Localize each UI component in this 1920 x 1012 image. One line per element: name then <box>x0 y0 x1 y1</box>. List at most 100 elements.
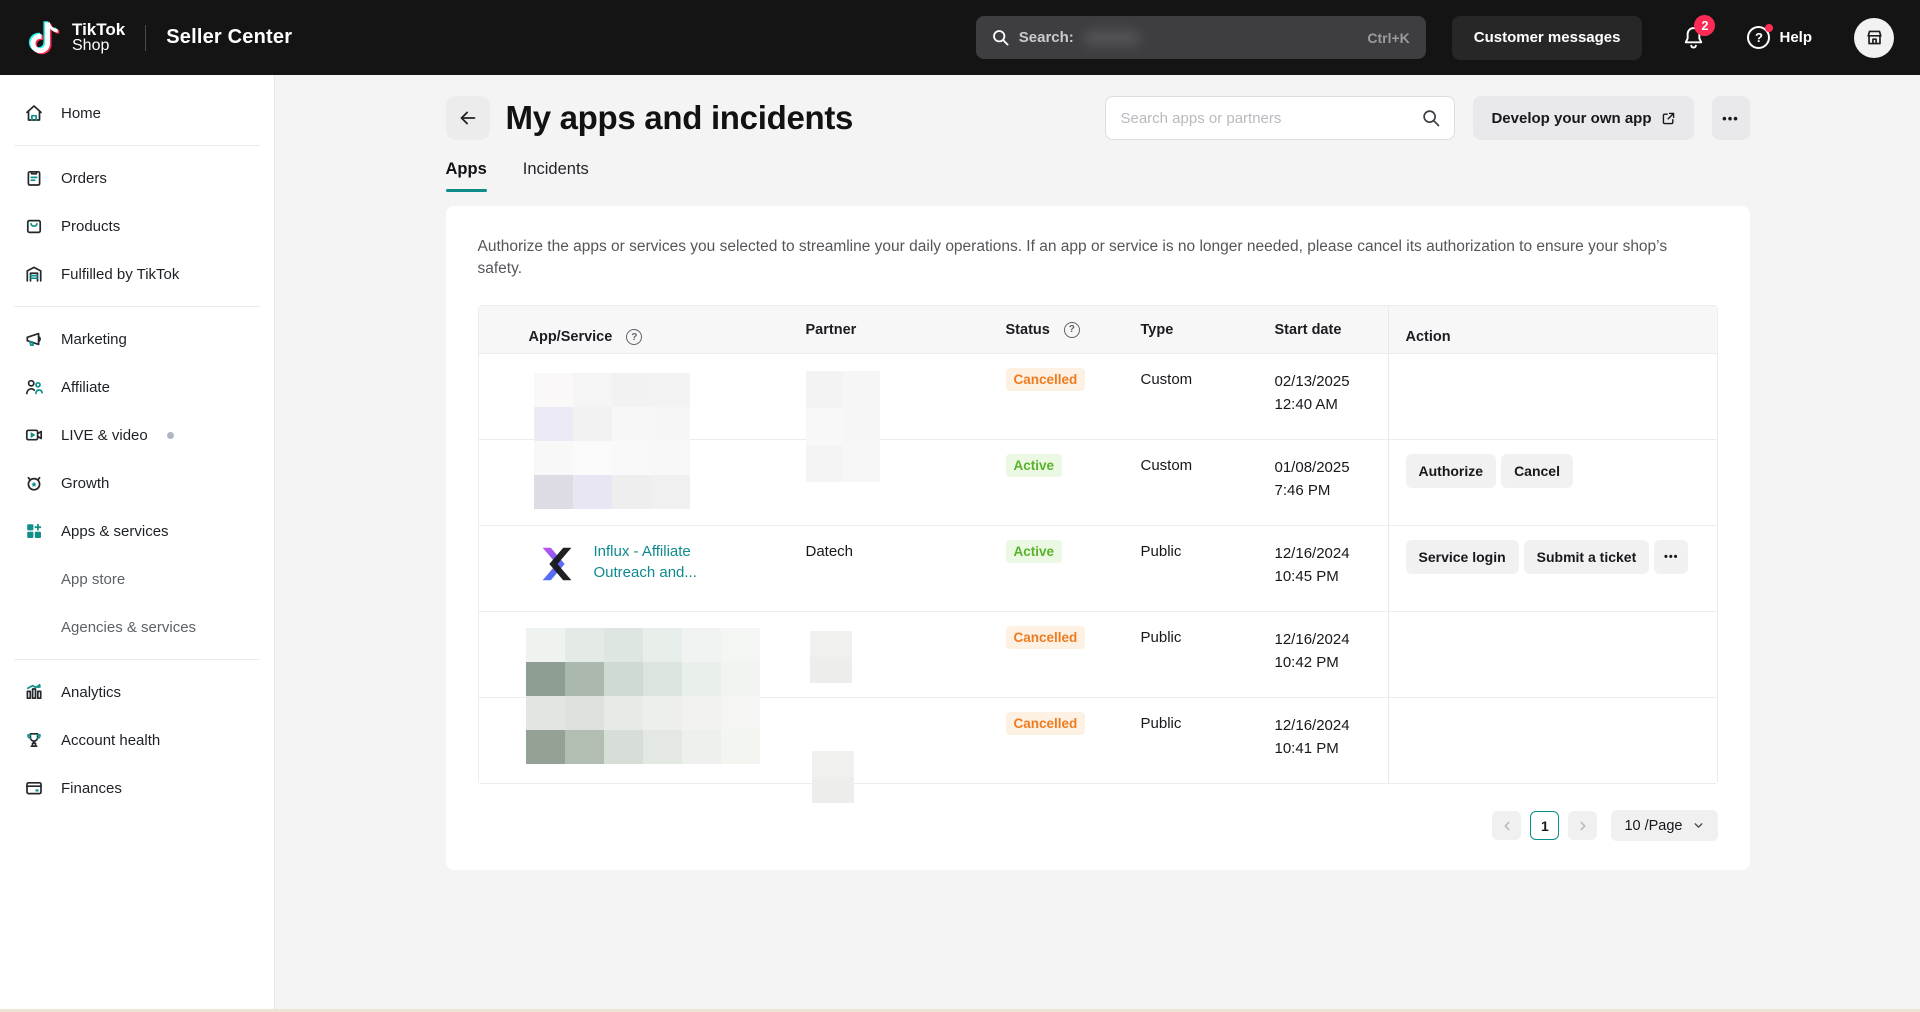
apps-table: App/Service? Partner Status? Type Start … <box>478 305 1718 784</box>
redacted-search-query <box>1084 31 1140 45</box>
status-help-icon[interactable]: ? <box>1064 322 1080 338</box>
sidebar-item-label: Marketing <box>61 331 127 348</box>
sidebar-item-apps-services[interactable]: Apps & services <box>0 507 274 555</box>
tiktok-shop-logo[interactable]: TikTok Shop <box>26 18 125 58</box>
redacted-partner-rows-1-2 <box>806 371 880 482</box>
tab-apps[interactable]: Apps <box>446 160 487 192</box>
finances-icon <box>24 778 44 798</box>
app-name-link[interactable]: Influx - Affiliate Outreach and... <box>594 541 730 611</box>
sidebar-item-label: Finances <box>61 780 122 797</box>
back-button[interactable] <box>446 96 490 140</box>
cell-status: Active <box>1006 526 1141 611</box>
cell-start-date: 12/16/202410:42 PM <box>1275 612 1388 697</box>
tab-incidents[interactable]: Incidents <box>523 160 589 192</box>
customer-messages-button[interactable]: Customer messages <box>1452 16 1643 60</box>
prev-page-button[interactable] <box>1492 811 1521 840</box>
sidebar-item-label: Account health <box>61 732 160 749</box>
analytics-icon <box>24 682 44 702</box>
chevron-down-icon <box>1692 819 1705 832</box>
search-label: Search: <box>1019 29 1074 46</box>
sidebar-item-label: Fulfilled by TikTok <box>61 266 179 283</box>
sidebar-nav: Home OrdersProducts Fulfilled by TikTok Mar… <box>0 75 275 1012</box>
shop-avatar-button[interactable] <box>1854 18 1894 58</box>
sidebar-item-growth[interactable]: Growth <box>0 459 274 507</box>
row-more-button[interactable]: ••• <box>1654 540 1688 574</box>
authorize-button[interactable]: Authorize <box>1406 454 1497 488</box>
cell-start-date: 12/16/202410:45 PM <box>1275 526 1388 611</box>
col-partner: Partner <box>806 322 1006 338</box>
col-start-date: Start date <box>1275 322 1388 338</box>
cell-action <box>1388 698 1717 783</box>
app-service-help-icon[interactable]: ? <box>626 329 642 345</box>
col-app-service: App/Service <box>529 329 613 345</box>
cell-type: Custom <box>1141 440 1275 525</box>
fixed-column-divider <box>1388 306 1389 783</box>
page-size-select[interactable]: 10 /Page <box>1611 810 1717 841</box>
cell-partner: Datech <box>806 526 1006 611</box>
sidebar-item-label: Home <box>61 105 101 122</box>
sidebar-item-affiliate[interactable]: Affiliate <box>0 363 274 411</box>
live-video-icon <box>24 425 44 445</box>
sidebar-item-fulfilled-by-tiktok[interactable]: Fulfilled by TikTok <box>0 250 274 298</box>
influx-logo-icon <box>534 541 580 587</box>
status-badge: Cancelled <box>1006 626 1086 649</box>
sidebar-item-analytics[interactable]: Analytics <box>0 668 274 716</box>
sidebar-item-label: Growth <box>61 475 109 492</box>
submit-a-ticket-button[interactable]: Submit a ticket <box>1524 540 1650 574</box>
next-page-button[interactable] <box>1568 811 1597 840</box>
apps-search-box <box>1105 96 1455 140</box>
develop-button-label: Develop your own app <box>1491 110 1651 127</box>
develop-your-own-app-button[interactable]: Develop your own app <box>1473 96 1693 140</box>
ellipsis-icon: ••• <box>1722 111 1739 126</box>
sidebar-item-orders[interactable]: Orders <box>0 154 274 202</box>
apps-search-input[interactable] <box>1120 110 1412 127</box>
affiliate-icon <box>24 377 44 397</box>
page-number-button[interactable]: 1 <box>1530 811 1559 840</box>
sidebar-divider <box>14 306 260 307</box>
main-content: My apps and incidents Develop your own a… <box>275 75 1920 1012</box>
service-login-button[interactable]: Service login <box>1406 540 1519 574</box>
cancel-button[interactable]: Cancel <box>1501 454 1573 488</box>
col-type: Type <box>1141 322 1275 338</box>
tab-bar: Apps Incidents <box>446 160 1750 192</box>
notifications-count-badge: 2 <box>1694 15 1715 36</box>
sidebar-item-account-health[interactable]: Account health <box>0 716 274 764</box>
sidebar-item-live-video[interactable]: LIVE & video <box>0 411 274 459</box>
sidebar-item-agencies-services[interactable]: Agencies & services <box>0 603 274 651</box>
page-more-button[interactable]: ••• <box>1712 96 1750 140</box>
notifications-button[interactable]: 2 <box>1680 24 1707 51</box>
sidebar-item-app-store[interactable]: App store <box>0 555 274 603</box>
apps-card: Authorize the apps or services you selec… <box>446 206 1750 870</box>
account-health-icon <box>24 730 44 750</box>
sidebar-item-marketing[interactable]: Marketing <box>0 315 274 363</box>
sidebar-item-products[interactable]: Products <box>0 202 274 250</box>
sidebar-item-home[interactable]: Home <box>0 89 274 137</box>
global-search-bar[interactable]: Search: Ctrl+K <box>976 16 1426 59</box>
col-status: Status <box>1006 322 1050 338</box>
sidebar-item-label: Apps & services <box>61 523 169 540</box>
status-badge: Cancelled <box>1006 712 1086 735</box>
header-divider <box>145 25 146 51</box>
sidebar-item-finances[interactable]: Finances <box>0 764 274 812</box>
seller-center-title: Seller Center <box>166 26 292 49</box>
brand-wordmark: TikTok Shop <box>72 21 125 55</box>
cell-action: AuthorizeCancel <box>1388 440 1717 525</box>
sidebar-divider <box>14 659 260 660</box>
cell-status: Cancelled <box>1006 698 1141 783</box>
cell-start-date: 12/16/202410:41 PM <box>1275 698 1388 783</box>
page-description: Authorize the apps or services you selec… <box>446 206 1736 280</box>
growth-icon <box>24 473 44 493</box>
search-icon[interactable] <box>1422 109 1440 127</box>
table-header-row: App/Service? Partner Status? Type Start … <box>479 306 1717 353</box>
cell-action <box>1388 354 1717 439</box>
page-size-label: 10 /Page <box>1624 818 1682 834</box>
sidebar-divider <box>14 145 260 146</box>
help-button[interactable]: ? Help <box>1747 26 1812 49</box>
tiktok-note-icon <box>26 18 62 58</box>
help-alert-dot <box>1765 24 1773 32</box>
cell-app-service: Influx - Affiliate Outreach and... <box>479 526 806 611</box>
sidebar-item-label: LIVE & video <box>61 427 148 444</box>
cell-type: Public <box>1141 612 1275 697</box>
cell-type: Custom <box>1141 354 1275 439</box>
cell-status: Active <box>1006 440 1141 525</box>
